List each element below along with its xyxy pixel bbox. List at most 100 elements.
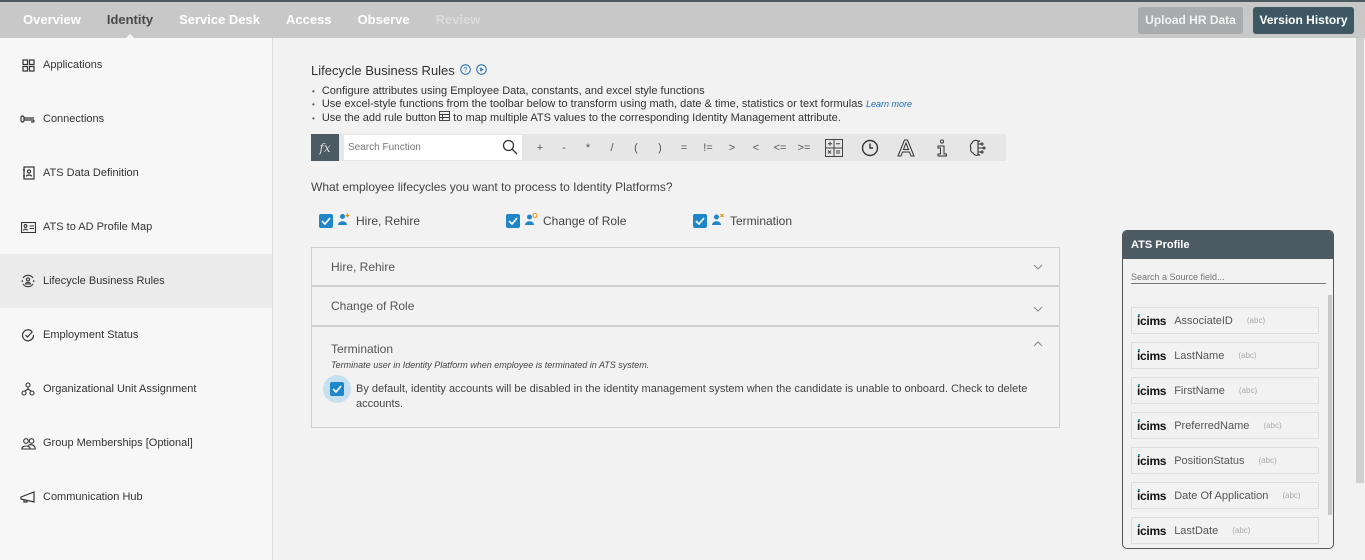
sidebar-item-label: Applications <box>43 59 103 71</box>
panel-hire-rehire[interactable]: Hire, Rehire <box>311 247 1060 286</box>
upload-hr-data-button[interactable]: Upload HR Data <box>1138 7 1243 34</box>
nav-identity[interactable]: Identity <box>94 2 166 39</box>
icims-logo: icims <box>1137 313 1167 328</box>
search-icon[interactable] <box>502 139 518 160</box>
ats-scrollbar[interactable] <box>1328 295 1332 515</box>
sidebar-item-organizational-unit-assignment[interactable]: Organizational Unit Assignment <box>0 362 272 416</box>
field-name: LastName <box>1174 349 1225 362</box>
top-bar: Overview Identity Service Desk Access Ob… <box>0 0 1365 39</box>
termination-checkbox[interactable]: Termination <box>693 213 792 228</box>
text-functions-icon[interactable] <box>888 139 924 157</box>
operator-less-equal[interactable]: <= <box>768 142 792 154</box>
ats-field-item[interactable]: icims PreferredName (abc) <box>1131 412 1319 439</box>
field-name: Date Of Application <box>1174 489 1269 502</box>
chevron-up-icon[interactable] <box>1033 339 1043 350</box>
checkbox-checked-icon[interactable] <box>506 213 520 228</box>
panel-change-of-role[interactable]: Change of Role <box>311 286 1060 326</box>
ats-field-item[interactable]: icims LastName (abc) <box>1131 342 1319 369</box>
ats-field-list: icims AssociateID (abc) icims LastName (abc)… <box>1131 307 1319 548</box>
panel-header[interactable]: Hire, Rehire <box>312 248 1059 285</box>
checkbox-label: Termination <box>730 213 793 228</box>
ats-field-item[interactable]: icims AssociateID (abc) <box>1131 307 1319 334</box>
operator-greater-equal[interactable]: >= <box>792 142 816 154</box>
add-rule-icon <box>439 111 451 124</box>
sidebar-item-employment-status[interactable]: Employment Status <box>0 308 272 362</box>
ats-search-input[interactable] <box>1131 272 1326 282</box>
change-of-role-checkbox[interactable]: Change of Role <box>506 213 626 228</box>
field-name: PreferredName <box>1174 419 1250 432</box>
play-video-icon[interactable] <box>475 63 487 78</box>
ats-profile-panel: ATS Profile icims AssociateID (abc) icims L… <box>1122 230 1334 549</box>
chevron-down-icon[interactable] <box>1033 262 1043 273</box>
icims-logo: icims <box>1137 383 1167 398</box>
nav-access[interactable]: Access <box>273 2 345 38</box>
field-name: AssociateID <box>1174 314 1233 327</box>
lifecycle-checkboxes: Hire, Rehire Change of Role Termination <box>319 213 839 229</box>
fx-icon[interactable]: fx <box>311 134 339 161</box>
panel-header[interactable]: Termination <box>312 341 1059 357</box>
sidebar-item-group-memberships[interactable]: Group Memberships [Optional] <box>0 416 272 470</box>
page-scrollbar[interactable] <box>1356 38 1364 483</box>
delete-accounts-checkbox[interactable] <box>323 375 351 403</box>
instruction-item: Configure attributes using Employee Data… <box>311 85 912 98</box>
instruction-text: Configure attributes using Employee Data… <box>321 85 705 97</box>
learn-more-link[interactable]: Learn more <box>866 99 912 109</box>
panel-title: Hire, Rehire <box>331 259 396 274</box>
sidebar-item-lifecycle-business-rules[interactable]: Lifecycle Business Rules <box>0 254 272 308</box>
instruction-text: to map multiple ATS values to the corres… <box>453 112 841 124</box>
sidebar-item-label: Group Memberships [Optional] <box>43 437 193 449</box>
operator-not-equals[interactable]: != <box>696 142 720 154</box>
ats-profile-title: ATS Profile <box>1123 231 1333 259</box>
field-type: (abc) <box>1258 456 1277 465</box>
user-change-icon <box>525 213 538 228</box>
delete-accounts-label: By default, identity accounts will be di… <box>356 383 1028 410</box>
operator-divide[interactable]: / <box>600 142 624 154</box>
ai-brain-icon[interactable] <box>960 139 996 157</box>
field-name: LastDate <box>1174 524 1219 537</box>
help-icon[interactable]: ? <box>459 63 471 78</box>
operator-greater[interactable]: > <box>720 142 744 154</box>
sidebar-item-applications[interactable]: Applications <box>0 38 272 92</box>
nav-overview[interactable]: Overview <box>10 2 94 38</box>
operator-close-paren[interactable]: ) <box>648 142 672 154</box>
id-card-icon <box>20 219 36 235</box>
ats-field-item[interactable]: icims PositionStatus (abc) <box>1131 447 1319 474</box>
function-toolbar: fx + - * / ( ) = != > < <= >= <box>311 134 1006 161</box>
nav-observe[interactable]: Observe <box>345 2 423 38</box>
sidebar-item-connections[interactable]: Connections <box>0 92 272 146</box>
operator-open-paren[interactable]: ( <box>624 142 648 154</box>
search-function-input[interactable] <box>344 135 494 160</box>
icims-logo: icims <box>1137 418 1167 433</box>
instruction-text: Use the add rule button <box>321 112 437 124</box>
sidebar-item-ats-data-definition[interactable]: ATS Data Definition <box>0 146 272 200</box>
sidebar-item-label: ATS to AD Profile Map <box>43 221 153 233</box>
nav-service-desk[interactable]: Service Desk <box>166 2 273 38</box>
sidebar-item-label: Employment Status <box>43 329 139 341</box>
ats-field-item[interactable]: icims Date Of Application (abc) <box>1131 482 1319 509</box>
checkbox-checked-icon[interactable] <box>693 213 707 228</box>
checkbox-checked-icon[interactable] <box>319 213 333 228</box>
operator-minus[interactable]: - <box>552 142 576 154</box>
ats-field-item[interactable]: icims FirstName (abc) <box>1131 377 1319 404</box>
operator-multiply[interactable]: * <box>576 142 600 154</box>
operator-equals[interactable]: = <box>672 142 696 154</box>
clock-icon[interactable] <box>852 139 888 157</box>
contact-book-icon <box>20 165 36 181</box>
sidebar-item-communication-hub[interactable]: Communication Hub <box>0 470 272 524</box>
chevron-down-icon[interactable] <box>1033 304 1043 315</box>
math-functions-icon[interactable] <box>816 138 852 157</box>
instruction-text: Use excel-style functions from the toolb… <box>321 98 863 110</box>
group-icon <box>20 435 36 451</box>
sidebar-item-ats-to-ad-profile-map[interactable]: ATS to AD Profile Map <box>0 200 272 254</box>
panel-subtitle: Terminate user in Identity Platform when… <box>331 360 650 370</box>
checkbox-checked-icon[interactable] <box>330 382 344 396</box>
version-history-button[interactable]: Version History <box>1253 7 1354 34</box>
panel-termination: Termination Terminate user in Identity P… <box>311 326 1060 428</box>
page-title-text: Lifecycle Business Rules <box>311 63 455 78</box>
hire-rehire-checkbox[interactable]: Hire, Rehire <box>319 213 420 228</box>
ats-field-item[interactable]: icims LastDate (abc) <box>1131 517 1319 544</box>
operator-less[interactable]: < <box>744 142 768 154</box>
panel-header[interactable]: Change of Role <box>312 287 1059 325</box>
operator-plus[interactable]: + <box>528 142 552 154</box>
info-icon[interactable] <box>924 138 960 157</box>
